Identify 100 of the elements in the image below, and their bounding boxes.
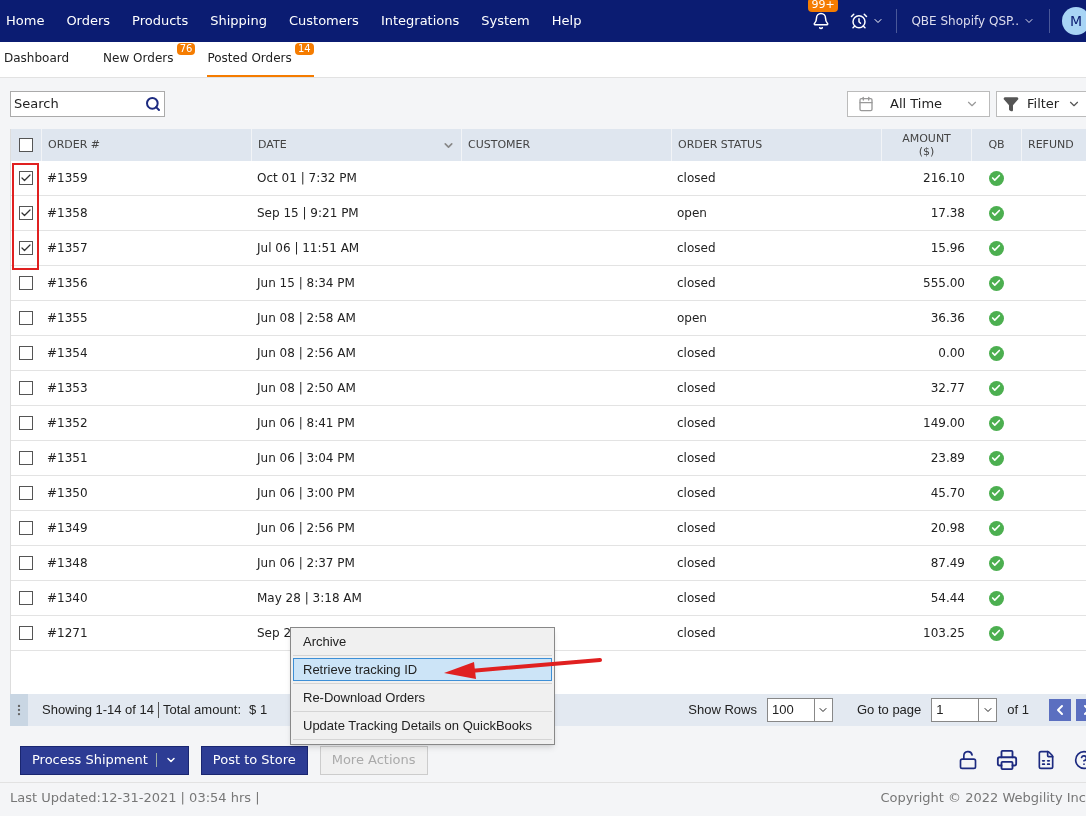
table-cell-text: 54.44 [929,590,966,607]
table-cell-text: 555.00 [922,275,966,292]
checkbox[interactable] [19,451,33,465]
post-button[interactable]: Post to Store [200,745,308,775]
nav-item[interactable]: System [470,11,541,31]
nav-item[interactable]: Orders [55,11,122,31]
table-cell-text: #1350 [46,485,89,502]
nav-item[interactable]: Help [540,11,593,31]
spreadsheet-export-icon[interactable] [1036,750,1056,770]
table-cell-text: Jun 06 | 2:56 PM [255,520,356,537]
last-updated-text: Last Updated:12-31-2021 | 03:54 hrs | [10,788,260,807]
menu-item[interactable]: Update Tracking Details on QuickBooks [293,714,552,737]
table-cell-text: Jun 06 | 2:37 PM [255,555,356,572]
checkbox[interactable] [19,626,33,640]
menu-item[interactable]: Re-Download Orders [293,686,552,709]
table-cell-text: 36.36 [929,310,966,327]
search-field[interactable]: Search [10,90,165,117]
table-cell-text: #1340 [46,590,89,607]
table-cell-text: May 28 | 3:18 AM [256,590,363,607]
table-cell-text: 216.10 [922,170,966,187]
table-cell-text: #1355 [46,310,89,327]
table-cell-text: Jun 06 | 8:41 PM [255,415,356,432]
rows-summary: Showing 1-14 of 14 [42,701,155,720]
tab[interactable]: New Orders 76 [103,41,196,77]
column-header[interactable]: REFUND [1028,136,1074,154]
table-cell-text: closed [676,415,717,432]
table-cell-text: Sep 15 | 9:21 PM [256,205,360,222]
avatar[interactable]: M [1062,7,1086,35]
table-cell-text: #1271 [46,625,89,642]
table-cell-text: 20.98 [929,520,966,537]
previous-page-button[interactable] [1049,699,1071,721]
checkbox[interactable] [19,591,33,605]
table-cell-text: #1351 [46,450,89,467]
table-cell-text: closed [676,450,717,467]
page-count: of 1 [1007,701,1029,720]
nav-item[interactable]: Products [121,11,200,31]
nav-item[interactable]: Integrations [369,11,471,31]
alarm-clock-icon[interactable] [850,12,869,30]
unlock-icon[interactable] [958,750,978,770]
table-cell-text: #1353 [46,380,89,397]
column-header[interactable]: CUSTOMER [468,136,531,154]
checkbox[interactable] [19,311,33,325]
table-cell-text: closed [676,590,717,607]
nav-item[interactable]: Customers [277,11,370,31]
filter-icon [1003,95,1019,112]
bell-icon[interactable] [812,12,831,30]
tab[interactable]: Dashboard [4,41,92,77]
column-header[interactable]: ORDER STATUS [678,136,763,154]
table-cell-text: closed [676,555,717,572]
print-icon[interactable] [996,749,1018,771]
table-cell-text: 17.38 [929,205,966,222]
table-cell-text: closed [676,520,717,537]
column-header[interactable]: QB [988,136,1005,154]
go-to-page-label: Go to page [857,701,922,720]
table-cell-text: closed [676,625,717,642]
checkbox[interactable] [19,346,33,360]
table-cell-text: #1354 [46,345,89,362]
date-range-dropdown[interactable]: All Time [847,90,990,117]
menu-item[interactable]: Archive [293,630,552,653]
checkbox[interactable] [19,276,33,290]
column-header[interactable]: AMOUNT ($) [896,132,957,158]
table-cell-text: closed [676,345,717,362]
nav-item[interactable]: Home [0,11,56,31]
store-selector[interactable]: QBE Shopify QSP.. [897,12,1049,30]
table-cell-text: 149.00 [922,415,966,432]
table-cell-text: 45.70 [929,485,966,502]
table-cell-text: #1349 [46,520,89,537]
table-cell-text: #1358 [46,205,89,222]
table-cell-text: Jun 08 | 2:58 AM [255,310,357,327]
filter-button[interactable]: Filter [996,90,1086,117]
checkbox[interactable] [19,381,33,395]
total-amount-value: $ 1 [249,701,268,720]
table-cell-text: Oct 01 | 7:32 PM [256,170,358,187]
table-cell-text: Jun 06 | 3:00 PM [255,485,356,502]
checkbox[interactable] [19,138,33,152]
rows-per-page-select[interactable]: 100 [767,698,833,722]
notification-badge: 99+ [808,0,838,12]
checkbox[interactable] [19,171,33,185]
table-cell-text: closed [676,275,717,292]
table-cell-text: #1359 [46,170,89,187]
process-shipment-button[interactable]: Process Shipment [20,745,189,775]
search-icon[interactable] [145,95,161,112]
total-amount-label: Total amount: [163,701,242,720]
checkbox[interactable] [19,241,33,255]
column-header[interactable]: DATE [258,136,287,154]
menu-item[interactable]: Retrieve tracking ID [293,658,552,681]
table-cell-text: Sep 2 [256,625,293,642]
table-cell-text: 32.77 [929,380,966,397]
table-cell-text: #1356 [46,275,89,292]
column-header[interactable]: ORDER # [48,136,101,154]
checkbox[interactable] [19,556,33,570]
checkbox[interactable] [19,486,33,500]
copyright-text: Copyright © 2022 Webgility Inc [880,788,1086,807]
table-cell-text: Jul 06 | 11:51 AM [255,240,361,257]
checkbox[interactable] [19,206,33,220]
nav-item[interactable]: Shipping [199,11,278,31]
checkbox[interactable] [19,416,33,430]
page-select[interactable]: 1 [931,698,998,722]
tab[interactable]: Posted Orders 14 [207,41,314,77]
checkbox[interactable] [19,521,33,535]
